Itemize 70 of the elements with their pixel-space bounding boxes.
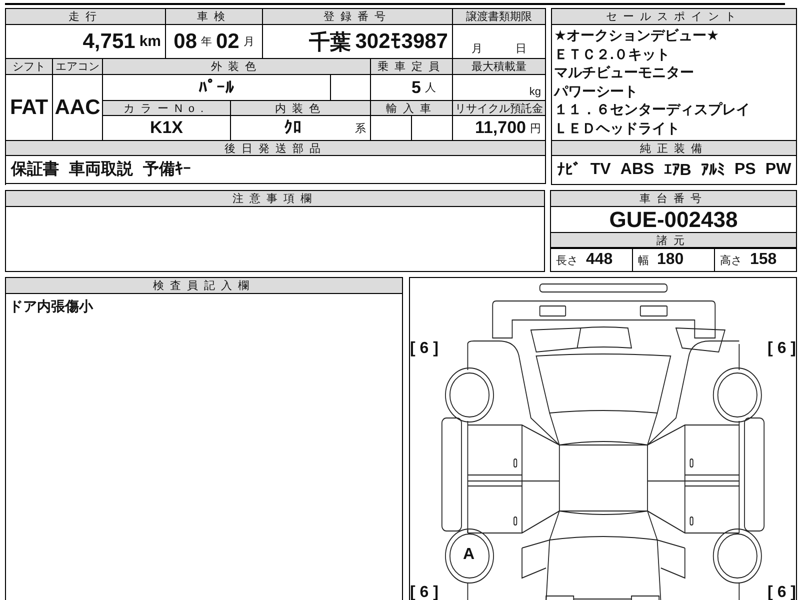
equipment-item: TV — [590, 161, 611, 179]
tire-grade: [ 6 ] — [768, 340, 796, 358]
sales-point-line: ＬＥＤヘッドライト — [554, 118, 681, 137]
registration-area: 千葉 — [309, 28, 352, 56]
part-item: 保証書 — [11, 159, 59, 180]
field-label: 輸入車 — [371, 101, 453, 116]
capacity-value: 5 — [412, 78, 421, 98]
field-label: 後日発送部品 — [6, 141, 546, 156]
field-label: エアコン — [53, 59, 103, 75]
sales-point-line: ★オークションデビュー★ — [554, 26, 720, 44]
part-item: 車両取説 — [69, 159, 133, 180]
field-label: 検査員記入欄 — [6, 278, 402, 294]
tire-grade: [ 6 ] — [410, 340, 438, 358]
day-unit: 日 — [516, 42, 526, 56]
equipment-item: ｴｱB — [664, 160, 692, 180]
tire-grade: [ 6 ] — [768, 584, 796, 600]
mileage-unit: km — [139, 33, 161, 50]
field-label: 外装色 — [103, 59, 371, 75]
sales-point-line: マルチビューモニター — [554, 63, 695, 82]
field-label: 諸元 — [551, 232, 796, 248]
registration-number: 302ﾓ3987 — [355, 30, 448, 54]
exterior-color-value: ﾊﾟｰﾙ — [198, 78, 234, 98]
sales-point-line: ＥＴＣ２.０キット — [554, 44, 671, 63]
equipment-item: PS — [734, 161, 756, 179]
field-label: 譲渡書類期限 — [453, 9, 546, 25]
field-label: 注意事項欄 — [6, 191, 544, 207]
spec-label: 幅 — [638, 254, 649, 268]
color-suffix: 系 — [355, 122, 366, 136]
inspection-year: 08 — [174, 30, 197, 54]
sales-point-line: １１．６センターディスプレイ — [554, 100, 751, 118]
recycle-fee-value: 11,700 — [474, 118, 526, 138]
color-number-value: K1X — [150, 118, 184, 138]
equipment-item: ﾅﾋﾞ — [556, 160, 581, 180]
sales-point-line: パワーシート — [554, 82, 639, 100]
chassis-number: GUE-002438 — [609, 206, 738, 232]
part-item: 予備ｷｰ — [143, 160, 191, 180]
spec-value: 158 — [750, 251, 777, 269]
spec-value: 448 — [586, 251, 613, 269]
inspection-month: 02 — [216, 30, 240, 54]
shift-value: FAT — [10, 96, 48, 120]
equipment-item: PW — [765, 161, 792, 179]
year-unit: 年 — [201, 35, 212, 49]
field-label: リサイクル預託金 — [453, 101, 546, 116]
field-label: セールスポイント — [552, 9, 796, 25]
field-label: シフト — [6, 59, 53, 75]
tire-grade: [ 6 ] — [410, 584, 438, 600]
month-unit: 月 — [243, 35, 254, 49]
mileage-value: 4,751 — [82, 30, 136, 54]
interior-color-value: ｸﾛ — [283, 118, 303, 138]
damage-mark: A — [463, 546, 475, 564]
spec-value: 180 — [657, 251, 684, 269]
field-label: 走行 — [6, 9, 166, 25]
capacity-unit: 人 — [425, 81, 436, 95]
field-label: カラーNo. — [103, 101, 231, 116]
recycle-fee-unit: 円 — [530, 122, 541, 136]
field-label: 車台番号 — [551, 191, 796, 207]
field-label: 車検 — [166, 9, 263, 25]
max-load-unit: kg — [529, 86, 541, 98]
inspector-note: ドア内張傷小 — [8, 297, 94, 316]
field-label: 内装色 — [231, 101, 371, 116]
equipment-item: ABS — [620, 161, 654, 179]
equipment-item: ｱﾙﾐ — [700, 160, 725, 180]
field-label: 最大積載量 — [453, 59, 546, 75]
field-label: 純正装備 — [552, 140, 796, 156]
aircon-value: AAC — [54, 96, 100, 120]
month-unit: 月 — [472, 42, 482, 56]
spec-label: 長さ — [556, 254, 578, 268]
field-label: 登録番号 — [263, 9, 453, 25]
field-label: 乗車定員 — [371, 59, 453, 75]
spec-label: 高さ — [720, 254, 742, 268]
